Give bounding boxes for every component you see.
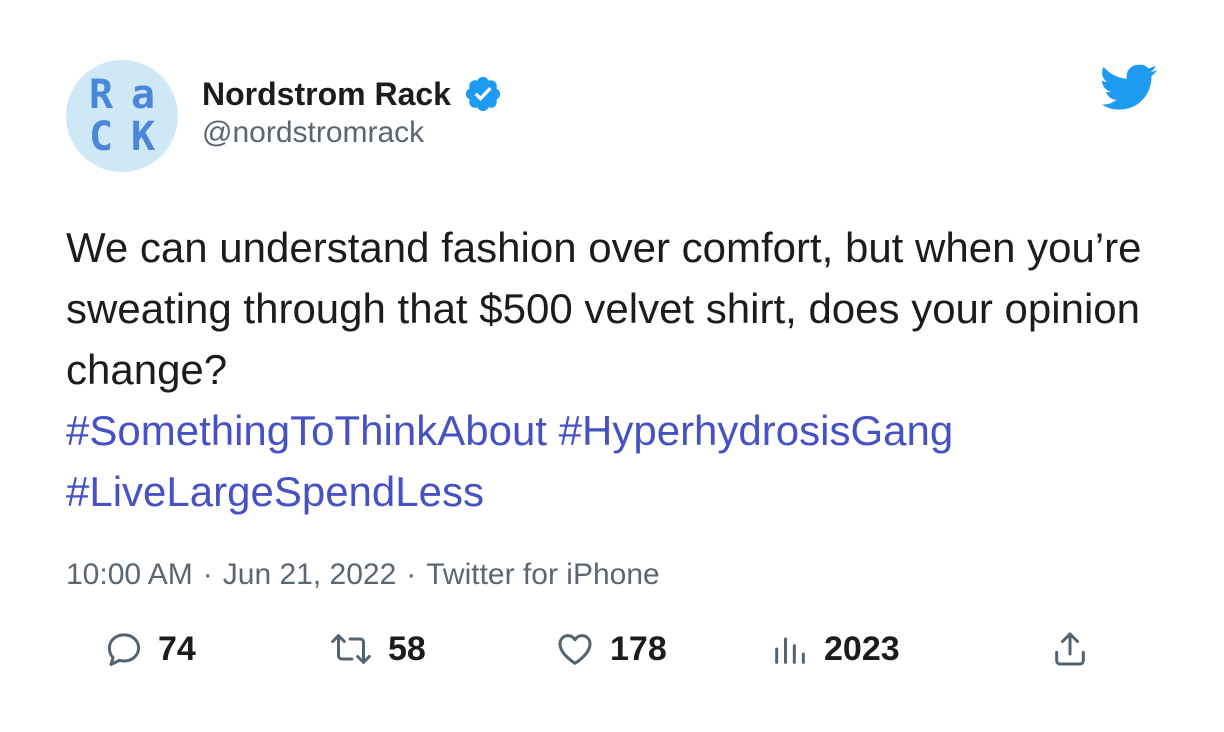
tweet-action-bar: 74 58 178 2023	[0, 622, 1224, 676]
hashtag-link[interactable]: #LiveLargeSpendLess	[66, 468, 484, 515]
retweet-button[interactable]: 58	[328, 622, 426, 676]
bar-chart-icon	[770, 629, 810, 669]
meta-separator: ·	[202, 558, 213, 591]
view-count: 2023	[824, 630, 900, 668]
heart-icon	[554, 629, 596, 669]
logo-letter: C	[88, 114, 114, 160]
speech-bubble-icon	[104, 629, 144, 669]
logo-letter: R	[88, 72, 114, 118]
author-name-row: Nordstrom Rack	[202, 74, 503, 114]
tweet-source[interactable]: Twitter for iPhone	[426, 558, 659, 591]
views-button[interactable]: 2023	[770, 622, 900, 676]
nordstrom-rack-logo: R a C K	[80, 74, 164, 158]
tweet-text: We can understand fashion over comfort, …	[66, 224, 1142, 393]
reply-count: 74	[158, 630, 196, 668]
share-button[interactable]	[1050, 622, 1090, 676]
tweet-metadata: 10:00 AM · Jun 21, 2022 · Twitter for iPhone	[66, 556, 660, 594]
tweet-date[interactable]: Jun 21, 2022	[223, 558, 396, 591]
user-handle[interactable]: @nordstromrack	[202, 115, 424, 151]
tweet-time[interactable]: 10:00 AM	[66, 558, 193, 591]
hashtag-link[interactable]: #SomethingToThinkAbout	[66, 407, 547, 454]
avatar[interactable]: R a C K	[66, 60, 178, 172]
meta-separator: ·	[406, 558, 417, 591]
verified-badge-icon	[463, 74, 503, 114]
share-upload-icon	[1050, 629, 1090, 669]
like-button[interactable]: 178	[554, 622, 667, 676]
like-count: 178	[610, 630, 667, 668]
retweet-arrows-icon	[328, 629, 374, 669]
logo-letter: a	[130, 72, 156, 118]
twitter-bird-icon[interactable]	[1102, 64, 1158, 112]
retweet-count: 58	[388, 630, 426, 668]
display-name[interactable]: Nordstrom Rack	[202, 75, 451, 113]
logo-letter: K	[130, 114, 156, 160]
reply-button[interactable]: 74	[104, 622, 196, 676]
hashtag-link[interactable]: #HyperhydrosisGang	[559, 407, 954, 454]
hashtag-list: #SomethingToThinkAbout #HyperhydrosisGan…	[66, 400, 1176, 522]
